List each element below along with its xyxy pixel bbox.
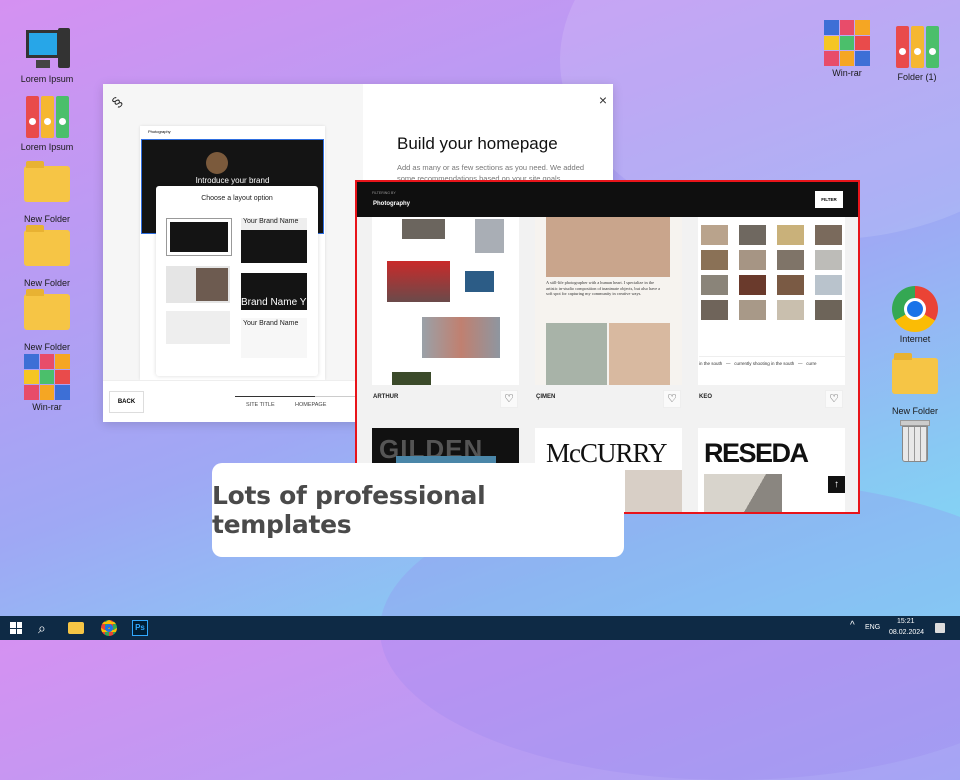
template-card-cimen[interactable]: A still-life photographer with a human h… xyxy=(535,217,682,385)
squarespace-logo-icon: § xyxy=(108,93,126,111)
folder-icon xyxy=(24,161,70,212)
chrome-icon xyxy=(892,286,938,332)
step-site-title[interactable]: SITE TITLE xyxy=(246,402,275,408)
favorite-heart-icon[interactable]: ♡ xyxy=(663,390,681,408)
preview-site-title: Photography xyxy=(148,129,171,134)
icon-label: Win-rar xyxy=(32,402,62,412)
winrar-icon xyxy=(24,354,70,400)
chevron-up-icon[interactable]: ^ xyxy=(850,620,855,631)
caption-text: Lots of professional templates xyxy=(212,481,486,539)
icon-label: New Folder xyxy=(23,342,70,352)
hero-text: Introduce your brand xyxy=(195,176,270,185)
desktop-icon-binders[interactable]: Lorem Ipsum xyxy=(12,94,82,152)
icon-label: Win-rar xyxy=(832,68,862,78)
favorite-heart-icon[interactable]: ♡ xyxy=(825,390,843,408)
desktop-icon-winrar[interactable]: Win-rar xyxy=(12,354,82,412)
scroll-to-top-button[interactable]: ↑ xyxy=(828,476,845,493)
filter-label: FILTERING BY xyxy=(372,191,396,195)
recycle-bin-icon xyxy=(892,420,938,466)
folder-icon xyxy=(24,225,70,276)
filter-button[interactable]: FILTER xyxy=(815,191,843,208)
template-card-reseda[interactable]: RESEDA ↑ xyxy=(698,428,845,512)
language-indicator[interactable]: ENG xyxy=(865,624,880,631)
close-icon[interactable]: × xyxy=(599,92,607,108)
layout-option[interactable] xyxy=(166,311,230,344)
layout-option-text: Your Brand Name xyxy=(243,320,299,327)
layout-option[interactable]: Your Brand Name xyxy=(241,318,307,358)
layout-option[interactable]: Brand Name Y xyxy=(241,273,307,310)
search-icon[interactable]: ⌕ xyxy=(38,620,54,636)
template-card-arthur[interactable] xyxy=(372,217,519,385)
layout-option[interactable] xyxy=(166,266,230,303)
template-title: RESEDA xyxy=(704,438,809,468)
template-description: A still-life photographer with a human h… xyxy=(546,280,661,296)
binders-icon xyxy=(24,94,70,140)
desktop-icon-computer[interactable]: Lorem Ipsum xyxy=(12,26,82,84)
filter-header: FILTERING BY Photography FILTER xyxy=(357,182,858,217)
template-ticker: in the south — currently shooting in the… xyxy=(699,356,845,366)
template-name: KEO xyxy=(699,394,713,400)
site-preview: Photography Introduce your brand Choose … xyxy=(140,126,325,380)
icon-label: Lorem Ipsum xyxy=(20,142,74,152)
desktop-icon-folder[interactable]: New Folder xyxy=(880,350,950,416)
layout-option-text: Your Brand Name xyxy=(243,218,299,225)
desktop-icon-winrar[interactable]: Win-rar xyxy=(812,20,882,78)
page-title: Build your homepage xyxy=(397,134,558,153)
windows-start-icon[interactable] xyxy=(10,622,22,634)
chrome-icon[interactable] xyxy=(101,620,117,636)
template-card-keo[interactable]: in the south — currently shooting in the… xyxy=(698,217,845,385)
desktop-icon-internet[interactable]: Internet xyxy=(880,286,950,344)
file-explorer-icon[interactable] xyxy=(68,622,84,634)
favorite-heart-icon[interactable]: ♡ xyxy=(500,390,518,408)
desktop-icon-recycle-bin[interactable] xyxy=(880,420,950,468)
icon-label: New Folder xyxy=(891,406,938,416)
desktop-icon-folder[interactable]: New Folder xyxy=(12,222,82,288)
layout-picker-title: Choose a layout option xyxy=(201,195,273,202)
icon-label: Internet xyxy=(899,334,931,344)
clock-date[interactable]: 08.02.2024 xyxy=(889,629,924,636)
desktop-icon-folder[interactable]: New Folder xyxy=(12,286,82,352)
step-homepage[interactable]: HOMEPAGE xyxy=(295,402,326,408)
filter-value: Photography xyxy=(373,201,410,207)
winrar-icon xyxy=(824,20,870,66)
caption-banner: Lots of professional templates xyxy=(212,463,624,557)
layout-option[interactable] xyxy=(166,218,232,256)
icon-label: Folder (1) xyxy=(897,72,937,82)
photoshop-icon[interactable]: Ps xyxy=(132,620,148,636)
layout-picker: Choose a layout option Your Brand Name B… xyxy=(156,186,318,376)
notifications-icon[interactable] xyxy=(935,623,945,633)
taskbar: ⌕ Ps ^ ENG 15:21 08.02.2024 xyxy=(0,616,960,640)
icon-label: Lorem Ipsum xyxy=(20,74,74,84)
clock-time[interactable]: 15:21 xyxy=(897,618,915,625)
desktop-icon-folder[interactable]: New Folder xyxy=(12,158,82,224)
folder-icon xyxy=(24,289,70,340)
desktop-icon-binders[interactable]: Folder (1) xyxy=(882,24,952,82)
template-name: ÇIMEN xyxy=(536,394,556,400)
folder-icon xyxy=(892,353,938,404)
layout-option-text: Brand Name Y xyxy=(241,297,307,308)
back-button[interactable]: BACK xyxy=(109,391,144,413)
computer-icon xyxy=(24,26,70,72)
preview-panel: § Photography Introduce your brand Choos… xyxy=(103,84,363,380)
binders-icon xyxy=(894,24,940,70)
template-name: ARTHUR xyxy=(373,394,399,400)
layout-option[interactable]: Your Brand Name xyxy=(241,218,307,263)
